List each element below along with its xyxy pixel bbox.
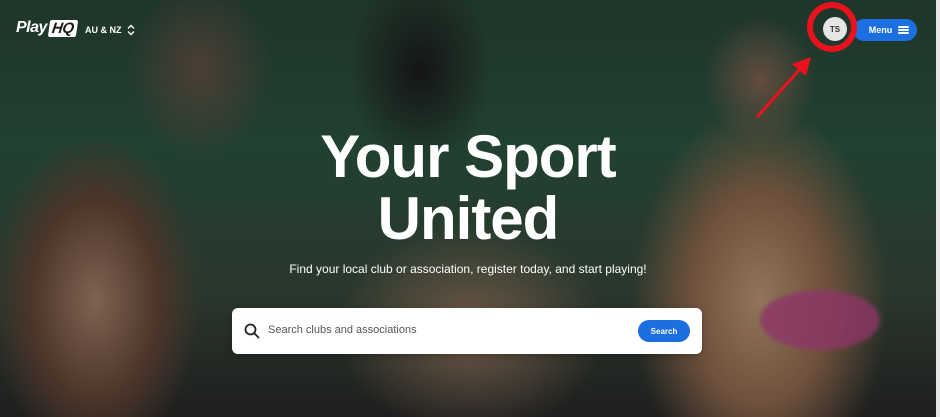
menu-label: Menu <box>868 25 893 35</box>
hero-headline: Your Sport United <box>0 126 936 250</box>
search-button[interactable]: Search <box>638 320 690 342</box>
user-avatar-button[interactable]: TS <box>823 17 847 41</box>
search-input[interactable]: Search clubs and associations <box>268 324 417 336</box>
hamburger-icon <box>898 26 910 34</box>
page: Play HQ AU & NZ TS Menu Your Sport Unite… <box>0 0 940 417</box>
logo-text: Play <box>16 19 47 36</box>
region-label: AU & NZ <box>85 25 122 35</box>
chevron-updown-icon <box>127 24 134 36</box>
logo-badge: HQ <box>47 19 78 37</box>
club-search-bar[interactable]: Search clubs and associations Search <box>232 308 702 354</box>
playhq-logo[interactable]: Play HQ <box>16 19 78 37</box>
menu-button[interactable]: Menu <box>853 19 917 41</box>
hair-tie-decoration <box>760 290 880 350</box>
headline-line-2: United <box>377 185 560 252</box>
top-navigation: Play HQ AU & NZ <box>0 0 936 60</box>
search-icon <box>244 323 260 339</box>
headline-line-1: Your Sport <box>320 123 617 190</box>
hero-subheadline: Find your local club or association, reg… <box>289 262 647 276</box>
region-selector[interactable]: AU & NZ <box>85 24 135 36</box>
